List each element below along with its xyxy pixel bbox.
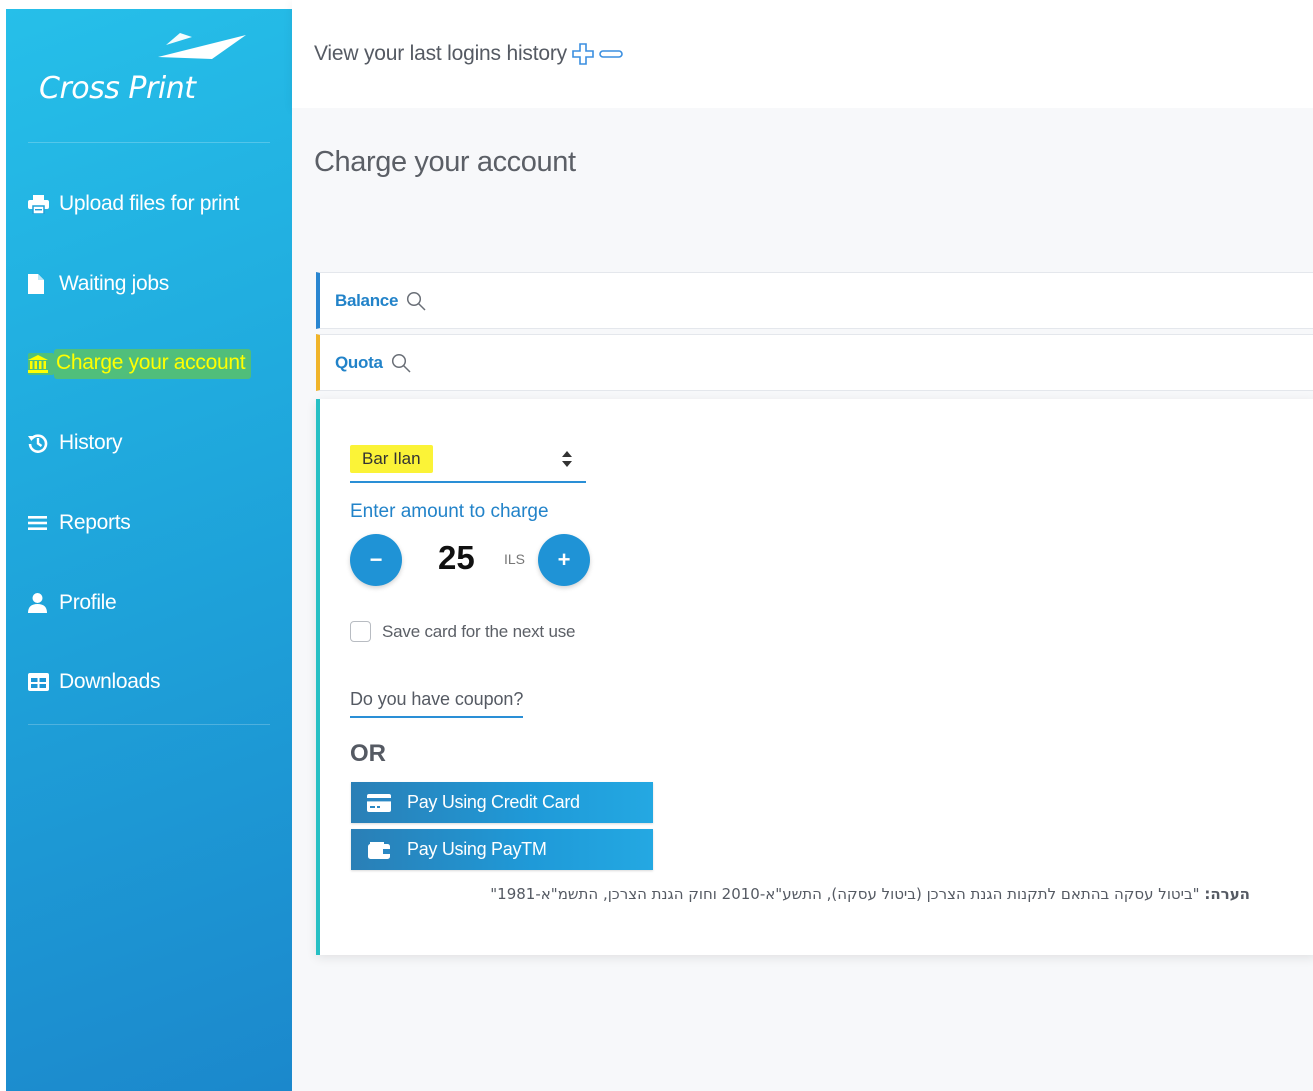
history-icon (28, 432, 54, 454)
sidebar-item-label: Upload files for print (59, 192, 240, 215)
or-separator: OR (350, 740, 386, 767)
login-history-toggle[interactable]: View your last logins history (314, 42, 623, 66)
printer-icon (28, 193, 54, 215)
save-card-label: Save card for the next use (382, 621, 576, 641)
increment-button[interactable]: + (538, 534, 590, 586)
login-history-text: View your last logins history (314, 42, 567, 65)
credit-card-icon (351, 793, 407, 812)
quota-panel[interactable]: Quota (316, 334, 1313, 391)
plus-icon[interactable] (571, 42, 595, 66)
sidebar-item-downloads[interactable]: Downloads (28, 662, 161, 702)
sidebar-item-label: Waiting jobs (59, 272, 170, 295)
note-text: "ביטול עסקה בהתאם לתקנות הגנת הצרכן (ביט… (490, 885, 1200, 903)
sidebar-item-profile[interactable]: Profile (28, 583, 117, 623)
search-icon[interactable] (391, 353, 411, 373)
top-bar: View your last logins history (292, 0, 1313, 108)
bank-icon (28, 353, 54, 375)
search-icon[interactable] (406, 291, 426, 311)
main-content: Charge your account Balance Quota Bar Il… (292, 108, 1313, 1091)
user-icon (28, 592, 54, 614)
coupon-link[interactable]: Do you have coupon? (350, 689, 523, 718)
table-icon (28, 671, 54, 693)
sidebar: Cross Print Upload files for print Waiti… (6, 9, 292, 1091)
logo-mark-icon (158, 33, 246, 59)
sidebar-item-label: Reports (59, 511, 131, 534)
logo-text: Cross Print (39, 71, 196, 106)
minus-icon[interactable] (599, 48, 623, 60)
save-card-checkbox[interactable] (350, 621, 371, 642)
balance-panel[interactable]: Balance (316, 272, 1313, 329)
sort-arrows-icon (562, 451, 572, 472)
note-prefix: הערה: (1204, 885, 1250, 903)
cancellation-note: הערה: "ביטול עסקה בהתאם לתקנות הגנת הצרכ… (350, 885, 1250, 903)
sidebar-divider (28, 724, 270, 725)
pay-paytm-button[interactable]: Pay Using PayTM (351, 829, 653, 870)
amount-value: 25 (438, 539, 475, 576)
charge-form-card: Bar Ilan Enter amount to charge − 25 ILS… (316, 399, 1313, 955)
decrement-button[interactable]: − (350, 534, 402, 586)
save-card-option[interactable]: Save card for the next use (350, 621, 575, 642)
pay-credit-card-label: Pay Using Credit Card (407, 792, 580, 812)
pay-credit-card-button[interactable]: Pay Using Credit Card (351, 782, 653, 823)
document-icon (28, 273, 54, 295)
currency-label: ILS (504, 551, 526, 567)
page-title: Charge your account (314, 146, 576, 178)
logo[interactable]: Cross Print (6, 9, 292, 143)
institution-select[interactable]: Bar Ilan (350, 439, 586, 483)
sidebar-item-label: History (59, 431, 123, 454)
sidebar-divider (28, 142, 270, 143)
pay-paytm-label: Pay Using PayTM (407, 839, 547, 859)
sidebar-item-reports[interactable]: Reports (28, 503, 131, 543)
balance-label: Balance (335, 290, 399, 310)
wallet-icon (351, 840, 407, 859)
amount-label: Enter amount to charge (350, 501, 549, 522)
sidebar-item-label: Profile (59, 591, 117, 614)
sidebar-item-upload-files[interactable]: Upload files for print (28, 184, 239, 224)
sidebar-item-waiting-jobs[interactable]: Waiting jobs (28, 264, 169, 304)
menu-lines-icon (28, 512, 54, 534)
sidebar-item-history[interactable]: History (28, 423, 123, 463)
institution-select-value: Bar Ilan (350, 445, 433, 473)
sidebar-item-charge-account[interactable]: Charge your account (28, 344, 252, 384)
sidebar-item-label: Charge your account (54, 349, 252, 379)
quota-label: Quota (335, 352, 383, 372)
sidebar-item-label: Downloads (59, 670, 161, 693)
